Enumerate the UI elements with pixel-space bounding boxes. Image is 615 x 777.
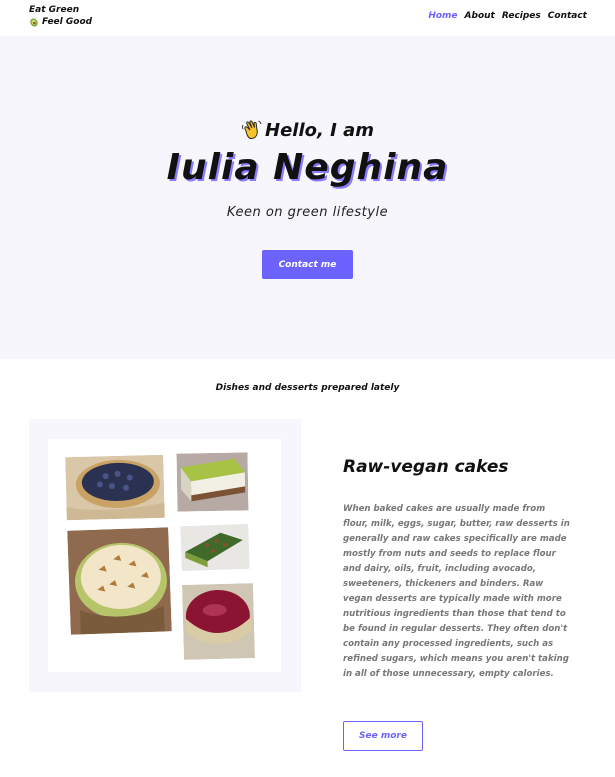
hero-section: Hello, I am Iulia Neghina Keen on green … bbox=[0, 36, 615, 359]
hero-tagline: Keen on green lifestyle bbox=[226, 205, 389, 220]
matcha-cake-photo bbox=[176, 452, 249, 512]
nav-link-about[interactable]: About bbox=[465, 11, 495, 21]
cake-photo-collage bbox=[48, 439, 281, 672]
nav-link-contact[interactable]: Contact bbox=[548, 11, 587, 21]
see-more-button[interactable]: See more bbox=[343, 721, 423, 751]
nav-link-home[interactable]: Home bbox=[428, 11, 457, 21]
nav-link-recipes[interactable]: Recipes bbox=[502, 11, 541, 21]
brand-line2: Feel Good bbox=[42, 17, 93, 27]
hero-name: Iulia Neghina bbox=[166, 147, 449, 188]
nav-menu: Home About Recipes Contact bbox=[428, 11, 587, 21]
hero-greeting: Hello, I am bbox=[0, 119, 615, 141]
blueberry-tart-photo bbox=[65, 454, 165, 521]
hero-greeting-text: Hello, I am bbox=[265, 119, 374, 141]
top-navbar: Eat Green Feel Good Home About Recipes C… bbox=[0, 0, 615, 36]
berry-cake-photo bbox=[182, 583, 255, 660]
section-title: Dishes and desserts prepared lately bbox=[215, 383, 400, 393]
meringue-cake-photo bbox=[67, 527, 172, 635]
brand-line1: Eat Green bbox=[29, 5, 80, 15]
brand-logo[interactable]: Eat Green Feel Good bbox=[29, 4, 92, 28]
waving-hand-icon bbox=[242, 120, 262, 140]
card-title: Raw-vegan cakes bbox=[343, 457, 509, 477]
card-description: When baked cakes are usually made from f… bbox=[343, 504, 570, 679]
contact-me-button[interactable]: Contact me bbox=[262, 250, 353, 279]
matcha-slice-photo bbox=[180, 523, 250, 572]
avocado-icon bbox=[30, 18, 38, 27]
